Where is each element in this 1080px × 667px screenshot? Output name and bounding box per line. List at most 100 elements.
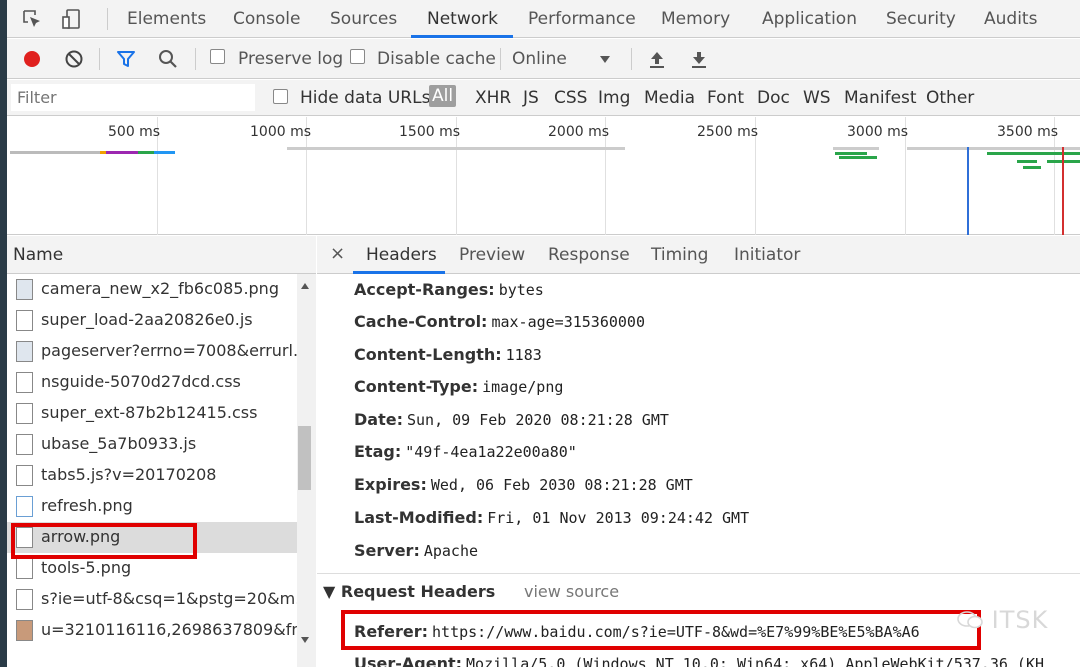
filter-type-img[interactable]: Img (598, 88, 630, 108)
request-details: × Headers Preview Response Timing Initia… (317, 236, 1080, 667)
filter-type-ws[interactable]: WS (803, 88, 831, 108)
section-title[interactable]: ▼ Request Headers (323, 582, 495, 601)
request-bar (138, 151, 154, 154)
export-har-icon[interactable] (689, 48, 709, 70)
scroll-up-icon[interactable] (299, 280, 311, 292)
import-har-icon[interactable] (647, 48, 667, 70)
tick-label: 2000 ms (548, 124, 610, 140)
watermark: ITSK (957, 606, 1048, 634)
tab-performance[interactable]: Performance (528, 9, 636, 29)
header-name: Server: (354, 541, 420, 560)
filter-type-all[interactable]: All (429, 85, 457, 107)
tab-application[interactable]: Application (762, 9, 857, 29)
tab-sources[interactable]: Sources (330, 9, 397, 29)
throttling-select[interactable]: Online (512, 49, 567, 69)
tick-label: 1000 ms (250, 124, 312, 140)
image-file-icon (16, 279, 33, 300)
request-row[interactable]: pageserver?errno=7008&errurl... (7, 336, 297, 367)
filter-type-font[interactable]: Font (707, 88, 744, 108)
request-row[interactable]: super_ext-87b2b12415.css (7, 398, 297, 429)
request-name: super_ext-87b2b12415.css (41, 403, 258, 422)
preserve-log-checkbox[interactable] (210, 49, 225, 64)
request-name: tabs5.js?v=20170208 (41, 465, 217, 484)
filter-type-css[interactable]: CSS (554, 88, 587, 108)
tab-memory[interactable]: Memory (661, 9, 730, 29)
devtools: Elements Console Sources Network Perform… (7, 0, 1080, 667)
filter-type-media[interactable]: Media (644, 88, 695, 108)
disable-cache-checkbox[interactable] (350, 49, 365, 64)
tick-label: 1500 ms (399, 124, 461, 140)
response-header: Content-Length: 1183 (354, 345, 542, 364)
tab-timing[interactable]: Timing (651, 245, 708, 265)
request-name: refresh.png (41, 496, 133, 515)
request-row[interactable]: super_load-2aa20826e0.js (7, 305, 297, 336)
tab-network[interactable]: Network (427, 9, 498, 29)
tab-headers[interactable]: Headers (366, 245, 437, 265)
request-row[interactable]: nsguide-5070d27dcd.css (7, 367, 297, 398)
tick-label: 3500 ms (997, 124, 1059, 140)
filter-input[interactable] (11, 84, 255, 111)
hide-data-urls-checkbox[interactable] (273, 89, 288, 104)
image-file-icon (16, 341, 33, 362)
script-file-icon (16, 434, 33, 455)
network-toolbar: Preserve log Disable cache Online (7, 39, 1080, 79)
header-value: image/png (482, 378, 564, 396)
scrollbar-thumb[interactable] (298, 426, 311, 490)
filter-type-xhr[interactable]: XHR (475, 88, 511, 108)
response-header: Server: Apache (354, 541, 478, 560)
request-headers-section[interactable]: ▼ Request Headers view source (317, 573, 1080, 607)
refresh-image-icon (16, 496, 33, 517)
header-name: Expires: (354, 475, 427, 494)
request-row[interactable]: refresh.png (7, 491, 297, 522)
name-column-header[interactable]: Name (7, 236, 316, 274)
header-name: Content-Type: (354, 377, 479, 396)
request-row[interactable]: s?ie=utf-8&csq=1&pstg=20&m... (7, 584, 297, 615)
tab-audits[interactable]: Audits (984, 9, 1037, 29)
header-name: Last-Modified: (354, 508, 484, 527)
request-row[interactable]: camera_new_x2_fb6c085.png (7, 274, 297, 305)
request-row[interactable]: tabs5.js?v=20170208 (7, 460, 297, 491)
tab-elements[interactable]: Elements (127, 9, 206, 29)
filter-type-manifest[interactable]: Manifest (844, 88, 917, 108)
filter-type-doc[interactable]: Doc (757, 88, 790, 108)
request-row[interactable]: u=3210116116,2698637809&fm... (7, 615, 297, 646)
device-toolbar-icon[interactable] (61, 8, 83, 30)
close-icon[interactable]: × (330, 243, 345, 264)
hide-data-urls-label[interactable]: Hide data URLs (300, 88, 430, 108)
active-tab-indicator (411, 35, 513, 38)
request-bar (987, 152, 1080, 155)
request-list: Name camera_new_x2_fb6c085.png super_loa… (7, 236, 316, 667)
tab-security[interactable]: Security (886, 9, 956, 29)
record-icon[interactable] (21, 48, 43, 70)
filter-bar: Hide data URLs All XHR JS CSS Img Media … (7, 80, 1080, 116)
preserve-log-label[interactable]: Preserve log (238, 49, 343, 69)
stylesheet-file-icon (16, 372, 33, 393)
view-source-link[interactable]: view source (524, 582, 619, 601)
header-value: max-age=315360000 (491, 313, 645, 331)
disable-cache-label[interactable]: Disable cache (377, 49, 496, 69)
header-name: Accept-Ranges: (354, 280, 495, 299)
tab-initiator[interactable]: Initiator (734, 245, 800, 265)
search-icon[interactable] (157, 48, 179, 70)
filter-icon[interactable] (115, 48, 137, 70)
active-tab-indicator (353, 271, 445, 274)
chevron-down-icon[interactable] (597, 48, 613, 70)
tab-preview[interactable]: Preview (459, 245, 525, 265)
image-thumbnail-icon (16, 620, 33, 641)
filter-type-js[interactable]: JS (523, 88, 539, 108)
header-value: Mozilla/5.0 (Windows NT 10.0; Win64; x64… (466, 655, 1044, 667)
highlight-box (11, 523, 197, 559)
tab-response[interactable]: Response (548, 245, 630, 265)
details-tab-bar: × Headers Preview Response Timing Initia… (317, 236, 1080, 274)
clear-icon[interactable] (63, 48, 85, 70)
header-value: Wed, 06 Feb 2030 08:21:28 GMT (430, 476, 693, 494)
inspect-element-icon[interactable] (21, 8, 43, 30)
filter-type-other[interactable]: Other (926, 88, 974, 108)
request-row[interactable]: ubase_5a7b0933.js (7, 429, 297, 460)
scroll-down-icon[interactable] (299, 634, 311, 646)
wechat-icon (957, 611, 983, 629)
highlight-box (341, 610, 981, 650)
tick-label: 2500 ms (697, 124, 759, 140)
tab-console[interactable]: Console (233, 9, 301, 29)
timeline-overview[interactable]: 500 ms 1000 ms 1500 ms 2000 ms 2500 ms 3… (7, 117, 1080, 235)
